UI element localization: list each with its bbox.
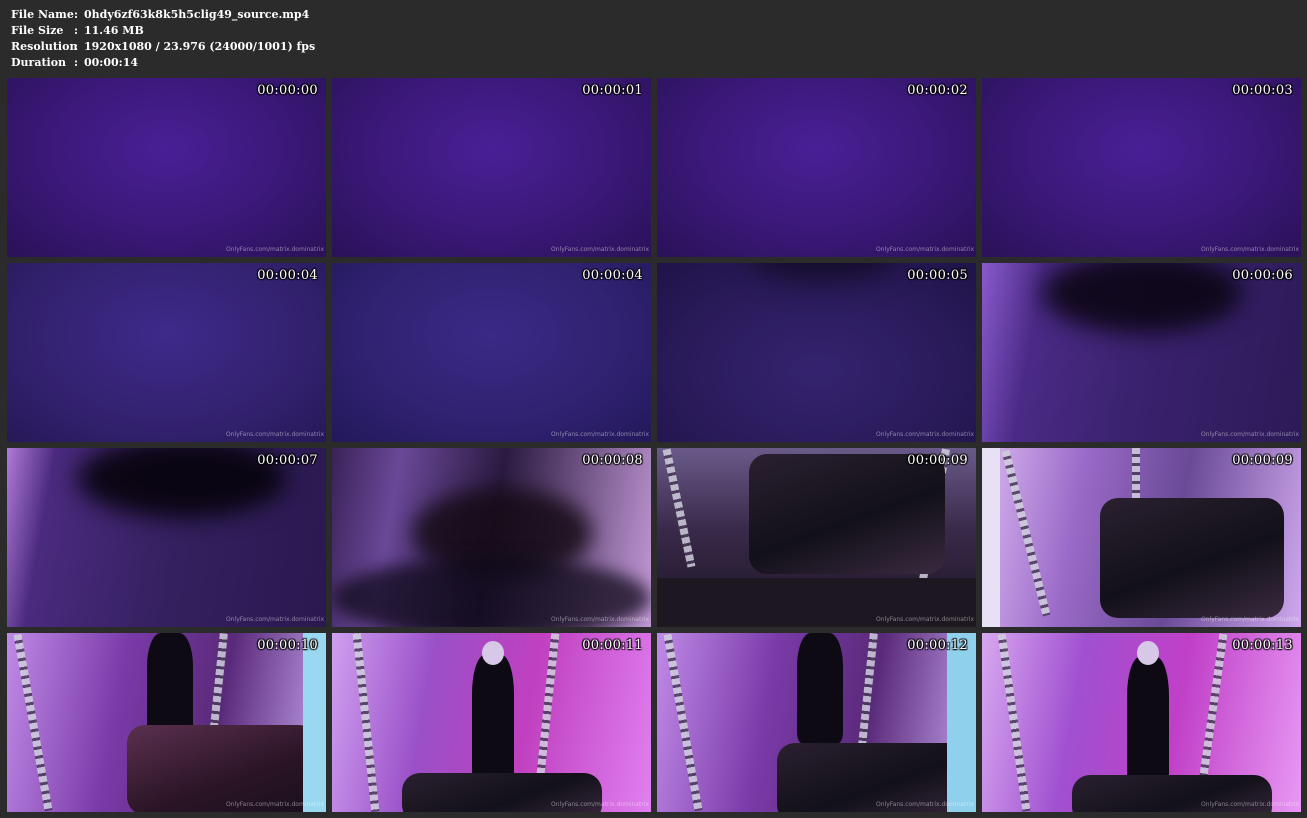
watermark: OnlyFans.com/matrix.dominatrix: [551, 431, 649, 438]
resolution-value: 1920x1080 / 23.976 (24000/1001) fps: [84, 40, 316, 53]
watermark: OnlyFans.com/matrix.dominatrix: [226, 431, 324, 438]
window-shape: [947, 633, 976, 812]
frame-image: [982, 78, 1301, 257]
file-name-value: 0hdy6zf63k8k5h5clig49_source.mp4: [84, 8, 310, 21]
video-thumbnail[interactable]: 00:00:06 OnlyFans.com/matrix.dominatrix: [982, 263, 1301, 442]
watermark: OnlyFans.com/matrix.dominatrix: [876, 616, 974, 623]
video-thumbnail[interactable]: 00:00:07 OnlyFans.com/matrix.dominatrix: [7, 448, 326, 627]
watermark: OnlyFans.com/matrix.dominatrix: [876, 431, 974, 438]
timestamp: 00:00:03: [1232, 83, 1293, 98]
timestamp: 00:00:11: [582, 638, 643, 653]
file-size-label: File Size: [11, 24, 64, 37]
person-shape: [472, 655, 514, 785]
watermark: OnlyFans.com/matrix.dominatrix: [1201, 801, 1299, 808]
file-size-value: 11.46 MB: [84, 24, 144, 37]
timestamp: 00:00:05: [907, 268, 968, 283]
resolution-label: Resolution: [11, 40, 78, 53]
watermark: OnlyFans.com/matrix.dominatrix: [1201, 431, 1299, 438]
cushion-shape: [749, 454, 945, 574]
timestamp: 00:00:07: [257, 453, 318, 468]
frame-image: [332, 263, 651, 442]
frame-image: [657, 263, 976, 442]
watermark: OnlyFans.com/matrix.dominatrix: [876, 801, 974, 808]
duration-value: 00:00:14: [84, 56, 139, 69]
frame-image: [657, 78, 976, 257]
timestamp: 00:00:02: [907, 83, 968, 98]
video-thumbnail[interactable]: 00:00:03 OnlyFans.com/matrix.dominatrix: [982, 78, 1301, 257]
video-thumbnail[interactable]: 00:00:10 OnlyFans.com/matrix.dominatrix: [7, 633, 326, 812]
timestamp: 00:00:04: [582, 268, 643, 283]
watermark: OnlyFans.com/matrix.dominatrix: [876, 246, 974, 253]
video-thumbnail[interactable]: 00:00:04 OnlyFans.com/matrix.dominatrix: [332, 263, 651, 442]
thumbnail-grid: 00:00:00 OnlyFans.com/matrix.dominatrix …: [7, 78, 1301, 812]
frame-image: [332, 78, 651, 257]
separator: :: [74, 24, 79, 37]
separator: :: [74, 56, 79, 69]
duration-label: Duration: [11, 56, 67, 69]
wall-shape: [982, 448, 1000, 627]
cushion-shape: [1100, 498, 1284, 618]
timestamp: 00:00:06: [1232, 268, 1293, 283]
video-thumbnail[interactable]: 00:00:01 OnlyFans.com/matrix.dominatrix: [332, 78, 651, 257]
video-thumbnail[interactable]: 00:00:12 OnlyFans.com/matrix.dominatrix: [657, 633, 976, 812]
head-shape: [482, 641, 504, 665]
watermark: OnlyFans.com/matrix.dominatrix: [1201, 246, 1299, 253]
watermark: OnlyFans.com/matrix.dominatrix: [226, 246, 324, 253]
watermark: OnlyFans.com/matrix.dominatrix: [551, 616, 649, 623]
timestamp: 00:00:00: [257, 83, 318, 98]
person-shape: [797, 633, 843, 743]
video-thumbnail[interactable]: 00:00:09 OnlyFans.com/matrix.dominatrix: [657, 448, 976, 627]
video-thumbnail[interactable]: 00:00:09 OnlyFans.com/matrix.dominatrix: [982, 448, 1301, 627]
separator: :: [74, 8, 79, 21]
duration-row: Duration : 00:00:14: [11, 55, 315, 71]
timestamp: 00:00:08: [582, 453, 643, 468]
video-thumbnail[interactable]: 00:00:05 OnlyFans.com/matrix.dominatrix: [657, 263, 976, 442]
watermark: OnlyFans.com/matrix.dominatrix: [226, 801, 324, 808]
file-info-header: File Name : 0hdy6zf63k8k5h5clig49_source…: [11, 7, 315, 71]
timestamp: 00:00:09: [907, 453, 968, 468]
resolution-row: Resolution : 1920x1080 / 23.976 (24000/1…: [11, 39, 315, 55]
window-shape: [303, 633, 326, 812]
timestamp: 00:00:04: [257, 268, 318, 283]
file-name-row: File Name : 0hdy6zf63k8k5h5clig49_source…: [11, 7, 315, 23]
timestamp: 00:00:01: [582, 83, 643, 98]
file-size-row: File Size : 11.46 MB: [11, 23, 315, 39]
watermark: OnlyFans.com/matrix.dominatrix: [551, 801, 649, 808]
watermark: OnlyFans.com/matrix.dominatrix: [551, 246, 649, 253]
video-thumbnail[interactable]: 00:00:02 OnlyFans.com/matrix.dominatrix: [657, 78, 976, 257]
watermark: OnlyFans.com/matrix.dominatrix: [1201, 616, 1299, 623]
video-thumbnail[interactable]: 00:00:04 OnlyFans.com/matrix.dominatrix: [7, 263, 326, 442]
person-shape: [1127, 657, 1169, 787]
video-thumbnail[interactable]: 00:00:11 OnlyFans.com/matrix.dominatrix: [332, 633, 651, 812]
head-shape: [1137, 641, 1159, 665]
video-thumbnail[interactable]: 00:00:08 OnlyFans.com/matrix.dominatrix: [332, 448, 651, 627]
timestamp: 00:00:09: [1232, 453, 1293, 468]
timestamp: 00:00:13: [1232, 638, 1293, 653]
separator: :: [74, 40, 79, 53]
cushion-shape: [127, 725, 317, 812]
frame-image: [7, 78, 326, 257]
timestamp: 00:00:10: [257, 638, 318, 653]
video-thumbnail[interactable]: 00:00:00 OnlyFans.com/matrix.dominatrix: [7, 78, 326, 257]
file-name-label: File Name: [11, 8, 74, 21]
timestamp: 00:00:12: [907, 638, 968, 653]
watermark: OnlyFans.com/matrix.dominatrix: [226, 616, 324, 623]
frame-image: [7, 263, 326, 442]
video-thumbnail[interactable]: 00:00:13 OnlyFans.com/matrix.dominatrix: [982, 633, 1301, 812]
